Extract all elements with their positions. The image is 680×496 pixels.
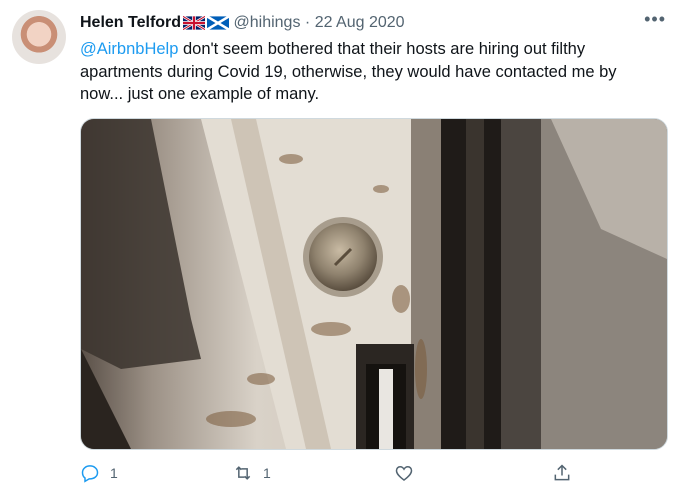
gb-flag-icon bbox=[183, 16, 206, 30]
retweet-icon bbox=[235, 466, 251, 480]
like-button[interactable] bbox=[394, 460, 414, 486]
retweet-button[interactable]: 1 bbox=[233, 460, 271, 486]
tweet-photo[interactable] bbox=[80, 118, 668, 450]
retweet-count: 1 bbox=[263, 465, 271, 481]
reply-icon bbox=[81, 465, 99, 483]
like-icon bbox=[395, 465, 413, 482]
tweet-actions: 1 1 bbox=[80, 460, 666, 486]
mention-link[interactable]: @AirbnbHelp bbox=[80, 40, 178, 58]
author-name[interactable]: Helen Telford bbox=[80, 14, 181, 31]
reply-count: 1 bbox=[110, 465, 118, 481]
tweet-text: @AirbnbHelp don't seem bothered that the… bbox=[80, 38, 655, 106]
reply-button[interactable]: 1 bbox=[80, 460, 118, 486]
share-button[interactable] bbox=[552, 460, 572, 486]
author-avatar[interactable] bbox=[12, 10, 66, 64]
tweet-date[interactable]: 22 Aug 2020 bbox=[315, 14, 405, 31]
more-options-icon[interactable]: ••• bbox=[644, 10, 666, 28]
share-icon bbox=[554, 464, 570, 481]
scotland-flag-icon bbox=[207, 16, 230, 30]
author-handle[interactable]: @hihings bbox=[234, 14, 301, 31]
tweet-header: Helen Telford @hihings · 22 Aug 2020 bbox=[80, 12, 664, 34]
photo-image bbox=[81, 119, 667, 449]
separator-dot: · bbox=[304, 14, 311, 31]
